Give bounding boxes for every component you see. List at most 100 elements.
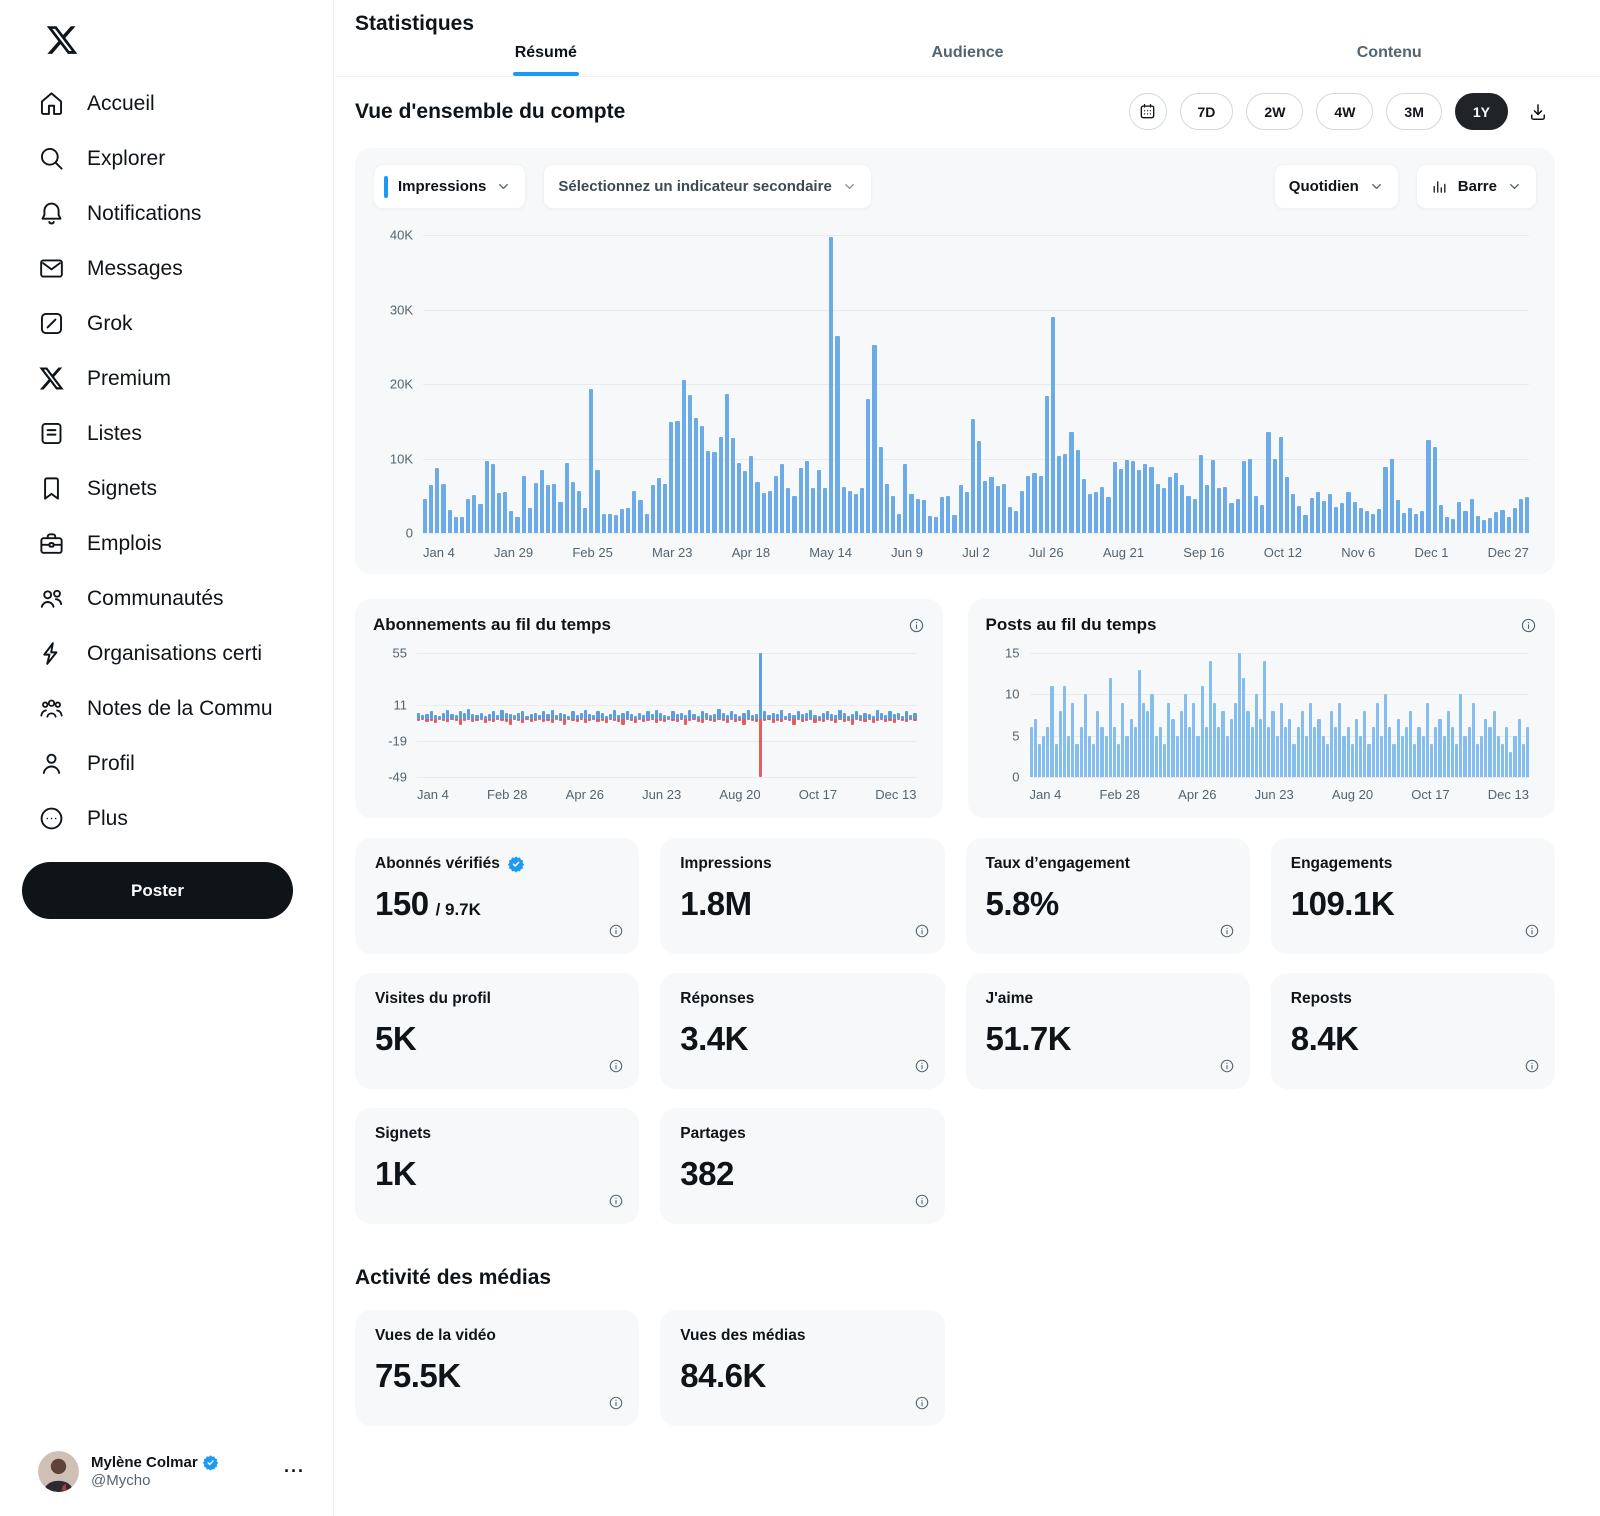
sidebar-item-explorer[interactable]: Explorer — [0, 131, 333, 186]
sidebar-item-organisations[interactable]: Organisations certi — [0, 626, 333, 681]
sidebar-item-communautes[interactable]: Communautés — [0, 571, 333, 626]
stat-value: 5.8% — [986, 885, 1059, 923]
tab-audience[interactable]: Audience — [757, 22, 1179, 76]
range-3m-button[interactable]: 3M — [1386, 93, 1441, 130]
stat-info-button[interactable] — [914, 1193, 930, 1209]
sidebar-item-profil[interactable]: Profil — [0, 736, 333, 791]
stat-info-button[interactable] — [1524, 1058, 1540, 1074]
stat-label: Abonnés vérifiés — [375, 855, 500, 873]
tab-label: Résumé — [515, 44, 577, 61]
info-icon — [608, 923, 624, 939]
info-icon — [608, 1193, 624, 1209]
stat-info-button[interactable] — [608, 1395, 624, 1411]
grok-icon — [38, 310, 65, 337]
profile-menu[interactable]: Mylène Colmar @Mycho ··· — [0, 1441, 333, 1502]
primary-metric-label: Impressions — [398, 178, 486, 195]
sidebar-item-emplois[interactable]: Emplois — [0, 516, 333, 571]
stat-label: Vues de la vidéo — [375, 1327, 496, 1345]
sidebar-item-notifications[interactable]: Notifications — [0, 186, 333, 241]
sidebar-item-label: Profil — [87, 752, 135, 776]
secondary-metric-placeholder: Sélectionnez un indicateur secondaire — [558, 178, 831, 195]
stat-label: Visites du profil — [375, 990, 491, 1008]
chart-type-select[interactable]: Barre — [1416, 164, 1537, 209]
stat-card-partages: Partages 382 — [660, 1108, 944, 1224]
sidebar-item-label: Organisations certi — [87, 642, 262, 666]
info-icon — [914, 1058, 930, 1074]
calendar-button[interactable] — [1129, 93, 1167, 130]
range-7d-button[interactable]: 7D — [1180, 93, 1234, 130]
secondary-metric-select[interactable]: Sélectionnez un indicateur secondaire — [543, 164, 871, 209]
info-icon — [914, 1395, 930, 1411]
range-1y-button[interactable]: 1Y — [1455, 93, 1508, 130]
granularity-select[interactable]: Quotidien — [1274, 164, 1399, 209]
sidebar-item-grok[interactable]: Grok — [0, 296, 333, 351]
stat-label: Réponses — [680, 990, 754, 1008]
profile-more-button[interactable]: ··· — [280, 1461, 309, 1482]
followers-info-button[interactable] — [908, 617, 925, 634]
info-icon — [1520, 617, 1537, 634]
x-logo[interactable] — [36, 14, 88, 66]
tab-bar: Résumé Audience Contenu — [335, 22, 1600, 76]
stat-card-engagements: Engagements 109.1K — [1271, 838, 1555, 954]
sidebar-nav: Accueil Explorer Notifications Messages … — [0, 76, 333, 846]
stat-info-button[interactable] — [1219, 1058, 1235, 1074]
sidebar-item-notes-communaute[interactable]: Notes de la Commu — [0, 681, 333, 736]
download-button[interactable] — [1521, 93, 1555, 130]
person-icon — [38, 750, 65, 777]
sidebar-item-label: Explorer — [87, 147, 165, 171]
stat-info-button[interactable] — [1524, 923, 1540, 939]
stat-info-button[interactable] — [608, 1193, 624, 1209]
stat-label: Vues des médias — [680, 1327, 805, 1345]
profile-meta: Mylène Colmar @Mycho — [91, 1454, 280, 1489]
sidebar-item-label: Notes de la Commu — [87, 697, 273, 721]
stat-card-signets: Signets 1K — [355, 1108, 639, 1224]
sidebar-item-premium[interactable]: Premium — [0, 351, 333, 406]
stat-card-visites-profil: Visites du profil 5K — [355, 973, 639, 1089]
sidebar-item-signets[interactable]: Signets — [0, 461, 333, 516]
sidebar-item-label: Notifications — [87, 202, 201, 226]
sidebar-item-accueil[interactable]: Accueil — [0, 76, 333, 131]
stat-info-button[interactable] — [1219, 923, 1235, 939]
overview-chart-panel: Impressions Sélectionnez un indicateur s… — [355, 148, 1555, 574]
stat-value: 150 — [375, 885, 429, 923]
stat-info-button[interactable] — [608, 1058, 624, 1074]
bell-icon — [38, 200, 65, 227]
stat-label: Signets — [375, 1125, 431, 1143]
stat-card-reponses: Réponses 3.4K — [660, 973, 944, 1089]
stat-value: 5K — [375, 1020, 416, 1058]
stat-info-button[interactable] — [914, 923, 930, 939]
info-icon — [1219, 1058, 1235, 1074]
info-icon — [1524, 923, 1540, 939]
sidebar-item-plus[interactable]: Plus — [0, 791, 333, 846]
sidebar-item-messages[interactable]: Messages — [0, 241, 333, 296]
sub-charts-row: Abonnements au fil du temps 5511-19-49Ja… — [355, 599, 1555, 818]
tab-resume[interactable]: Résumé — [335, 22, 757, 76]
posts-chart-title: Posts au fil du temps — [986, 615, 1157, 635]
range-2w-button[interactable]: 2W — [1246, 93, 1303, 130]
media-card-vues-video: Vues de la vidéo 75.5K — [355, 1310, 639, 1426]
tab-contenu[interactable]: Contenu — [1178, 22, 1600, 76]
posts-info-button[interactable] — [1520, 617, 1537, 634]
stat-info-button[interactable] — [608, 923, 624, 939]
stat-info-button[interactable] — [914, 1395, 930, 1411]
avatar-image — [38, 1451, 79, 1492]
stat-card-impressions: Impressions 1.8M — [660, 838, 944, 954]
post-button[interactable]: Poster — [22, 862, 293, 919]
profile-handle: @Mycho — [91, 1472, 280, 1489]
mail-icon — [38, 255, 65, 282]
primary-metric-select[interactable]: Impressions — [373, 164, 526, 209]
stat-card-abonnes-verifies: Abonnés vérifiés 150/ 9.7K — [355, 838, 639, 954]
stat-card-taux-engagement: Taux d’engagement 5.8% — [966, 838, 1250, 954]
search-icon — [38, 145, 65, 172]
sidebar-item-listes[interactable]: Listes — [0, 406, 333, 461]
followers-over-time-panel: Abonnements au fil du temps 5511-19-49Ja… — [355, 599, 943, 818]
x-logo-icon — [45, 23, 79, 57]
info-icon — [908, 617, 925, 634]
communities-icon — [38, 585, 65, 612]
sidebar: Accueil Explorer Notifications Messages … — [0, 0, 334, 1516]
chevron-down-icon — [496, 179, 511, 194]
range-4w-button[interactable]: 4W — [1316, 93, 1373, 130]
stat-info-button[interactable] — [914, 1058, 930, 1074]
premium-x-icon — [38, 365, 65, 392]
sidebar-item-label: Signets — [87, 477, 157, 501]
